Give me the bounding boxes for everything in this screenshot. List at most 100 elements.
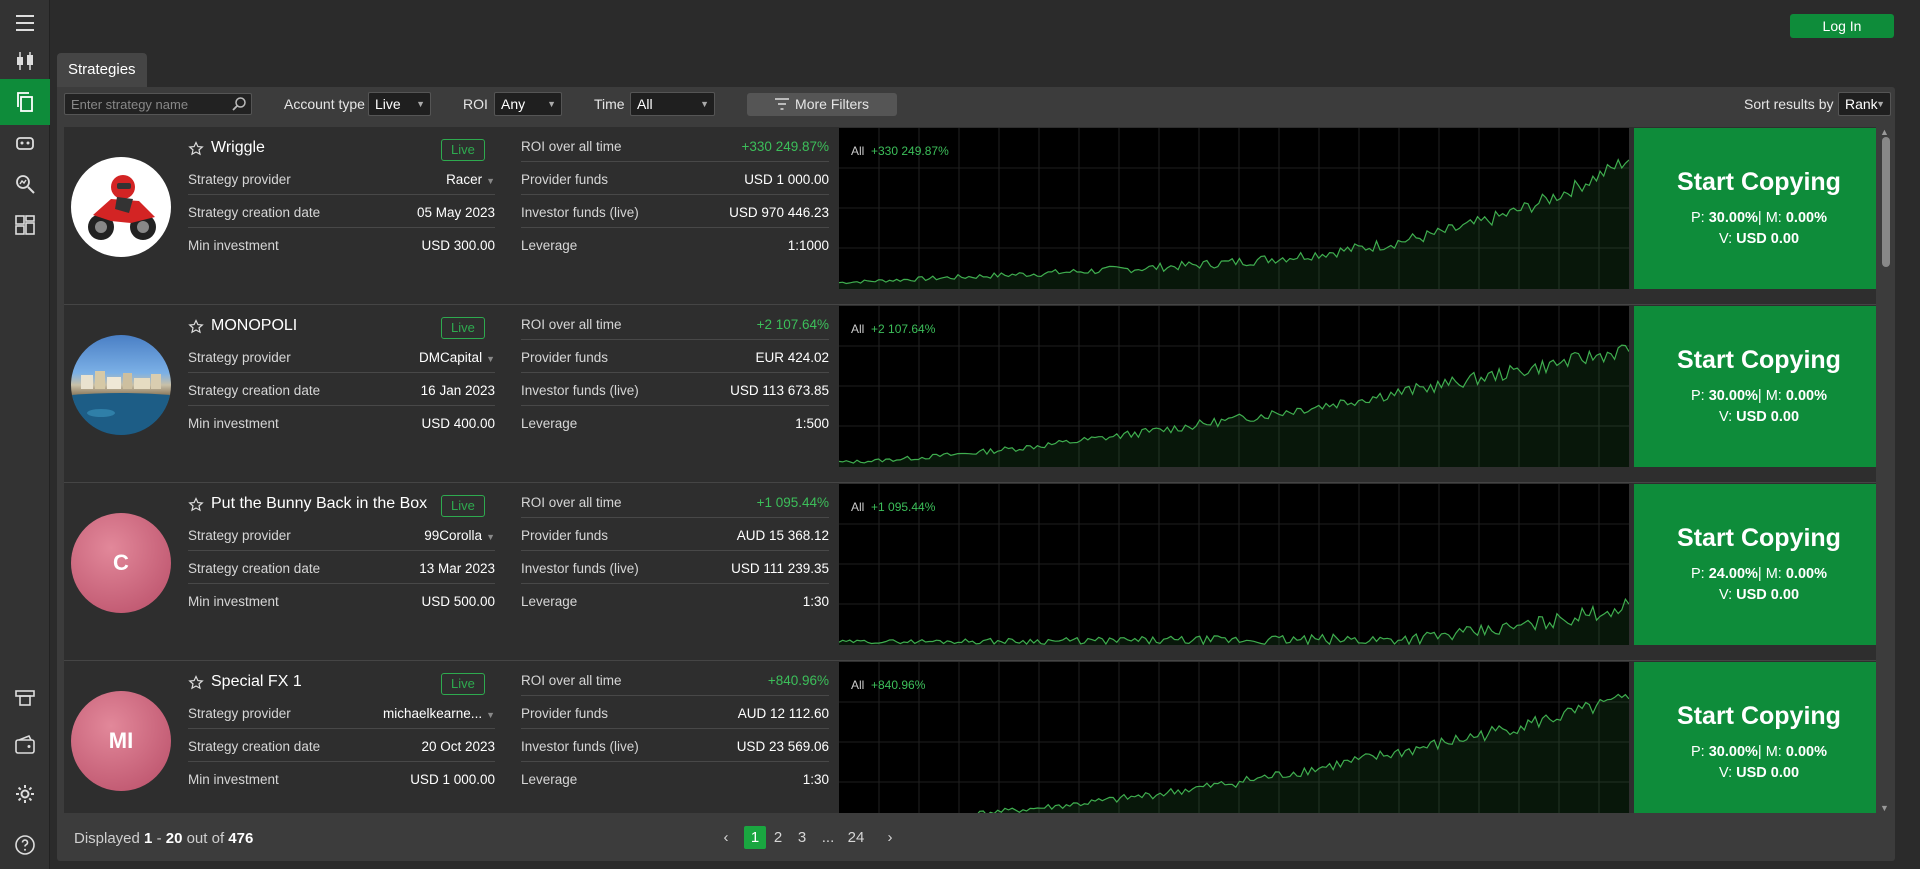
leverage-value: 1:30 [803,594,829,609]
p-label: P: [1691,566,1705,582]
search-icon[interactable] [231,96,247,112]
chevron-down-icon: ▼ [486,176,495,186]
app-root: Log In Strategies Account type Live ▼ ROI… [0,0,1920,869]
v-label: V: [1718,231,1733,247]
provider-row: Strategy provider Racer ▼ [188,162,495,195]
strategy-avatar [71,335,171,435]
provider-text: Racer [446,172,483,187]
candlestick-icon [17,52,33,70]
start-copying-button[interactable]: Start Copying P: 24.00%| M: 0.00% V: USD… [1634,484,1876,645]
equity-chart[interactable]: All +840.96% [839,662,1629,813]
strategy-name[interactable]: MONOPOLI [211,317,297,335]
provider-value[interactable]: 99Corolla ▼ [424,528,495,543]
sidebar-item-analysis[interactable] [0,161,50,207]
provider-label: Strategy provider [188,528,291,543]
sort-value: Rank [1845,96,1878,112]
roi-label: ROI over all time [521,673,622,688]
account-type-select[interactable]: Live ▼ [368,92,431,116]
provider-value[interactable]: michaelkearne... ▼ [383,706,495,721]
start-copying-label: Start Copying [1677,346,1841,374]
start-copying-button[interactable]: Start Copying P: 30.00%| M: 0.00% V: USD… [1634,128,1876,289]
p-label: P: [1691,744,1705,760]
range-from: 1 [144,830,153,847]
chart-range-label: All [851,144,865,158]
login-button[interactable]: Log In [1790,14,1894,38]
sidebar-item-trading[interactable] [0,38,50,84]
sidebar-item-dashboard[interactable] [0,202,50,248]
star-icon[interactable] [188,141,204,157]
page-2[interactable]: 2 [767,826,789,849]
min-investment-label: Min investment [188,416,279,431]
start-copying-button[interactable]: Start Copying P: 30.00%| M: 0.00% V: USD… [1634,662,1876,813]
scrollbar[interactable]: ▲ ▼ [1879,127,1891,813]
creation-date-row: Strategy creation date 20 Oct 2023 [188,729,495,762]
strategy-name[interactable]: Special FX 1 [211,673,302,691]
provider-funds-row: Provider funds AUD 12 112.60 [521,696,829,729]
chart-range-label: All [851,500,865,514]
provider-funds-row: Provider funds EUR 424.02 [521,340,829,373]
roi-select[interactable]: Any ▼ [494,92,562,116]
prev-page-icon[interactable]: ‹ [715,826,737,849]
star-icon[interactable] [188,675,204,691]
more-filters-button[interactable]: More Filters [747,93,897,116]
v-value: USD 0.00 [1736,587,1800,603]
v-value: USD 0.00 [1736,231,1800,247]
scrollbar-thumb[interactable] [1882,137,1890,267]
next-page-icon[interactable]: › [879,826,901,849]
provider-funds-label: Provider funds [521,172,609,187]
investor-funds-row: Investor funds (live) USD 23 569.06 [521,729,829,762]
out-of-label: out of [186,830,225,847]
strategy-name[interactable]: Wriggle [211,139,265,157]
sidebar-item-copy-trading[interactable] [0,79,50,125]
star-icon[interactable] [188,497,204,513]
chart-roi-value: +840.96% [871,678,926,692]
roi-label: ROI over all time [521,317,622,332]
leverage-row: Leverage 1:30 [521,584,829,617]
m-value: 0.00% [1785,744,1827,760]
chart-range-label: All [851,678,865,692]
p-label: P: [1691,210,1705,226]
star-icon[interactable] [188,319,204,335]
roi-label: ROI over all time [521,139,622,154]
scroll-up-icon[interactable]: ▲ [1880,127,1889,137]
strategy-name[interactable]: Put the Bunny Back in the Box [211,495,427,513]
provider-value[interactable]: DMCapital ▼ [419,350,495,365]
start-copying-button[interactable]: Start Copying P: 30.00%| M: 0.00% V: USD… [1634,306,1876,467]
investor-funds-label: Investor funds (live) [521,383,639,398]
time-select[interactable]: All ▼ [630,92,715,116]
min-investment-value: USD 400.00 [421,416,495,431]
sidebar-item-settings[interactable] [0,771,50,817]
page-3[interactable]: 3 [791,826,813,849]
account-type-label: Account type [284,96,365,112]
provider-value[interactable]: Racer ▼ [446,172,495,187]
page-1[interactable]: 1 [744,826,766,849]
equity-chart[interactable]: All +330 249.87% [839,128,1629,289]
strategies-panel: Account type Live ▼ ROI Any ▼ Time All ▼ Mo… [57,87,1895,861]
equity-chart[interactable]: All +1 095.44% [839,484,1629,645]
scroll-down-icon[interactable]: ▼ [1880,803,1889,813]
provider-text: michaelkearne... [383,706,483,721]
copy-params-line: P: 24.00%| M: 0.00% [1634,566,1876,582]
sort-select[interactable]: Rank ▼ [1838,92,1891,116]
tab-strategies[interactable]: Strategies [57,53,147,87]
investor-funds-label: Investor funds (live) [521,561,639,576]
provider-funds-text: EUR 424.02 [755,350,829,365]
creation-date-label: Strategy creation date [188,205,321,220]
equity-chart[interactable]: All +2 107.64% [839,306,1629,467]
search-input[interactable] [65,94,225,114]
roi-text: +330 249.87% [741,139,829,154]
v-label: V: [1718,765,1733,781]
provider-funds-value: EUR 424.02 [755,350,829,365]
strategy-avatar: MI [71,691,171,791]
min-investment-label: Min investment [188,594,279,609]
sidebar-item-help[interactable] [0,822,50,868]
page-24[interactable]: 24 [845,826,867,849]
strategy-avatar [71,157,171,257]
provider-label: Strategy provider [188,706,291,721]
start-copying-label: Start Copying [1677,524,1841,552]
leverage-text: 1:1000 [787,238,829,253]
live-badge: Live [441,139,485,161]
sidebar-item-deposit[interactable] [0,675,50,721]
sidebar-item-robots[interactable] [0,120,50,166]
sidebar-item-wallet[interactable] [0,722,50,768]
